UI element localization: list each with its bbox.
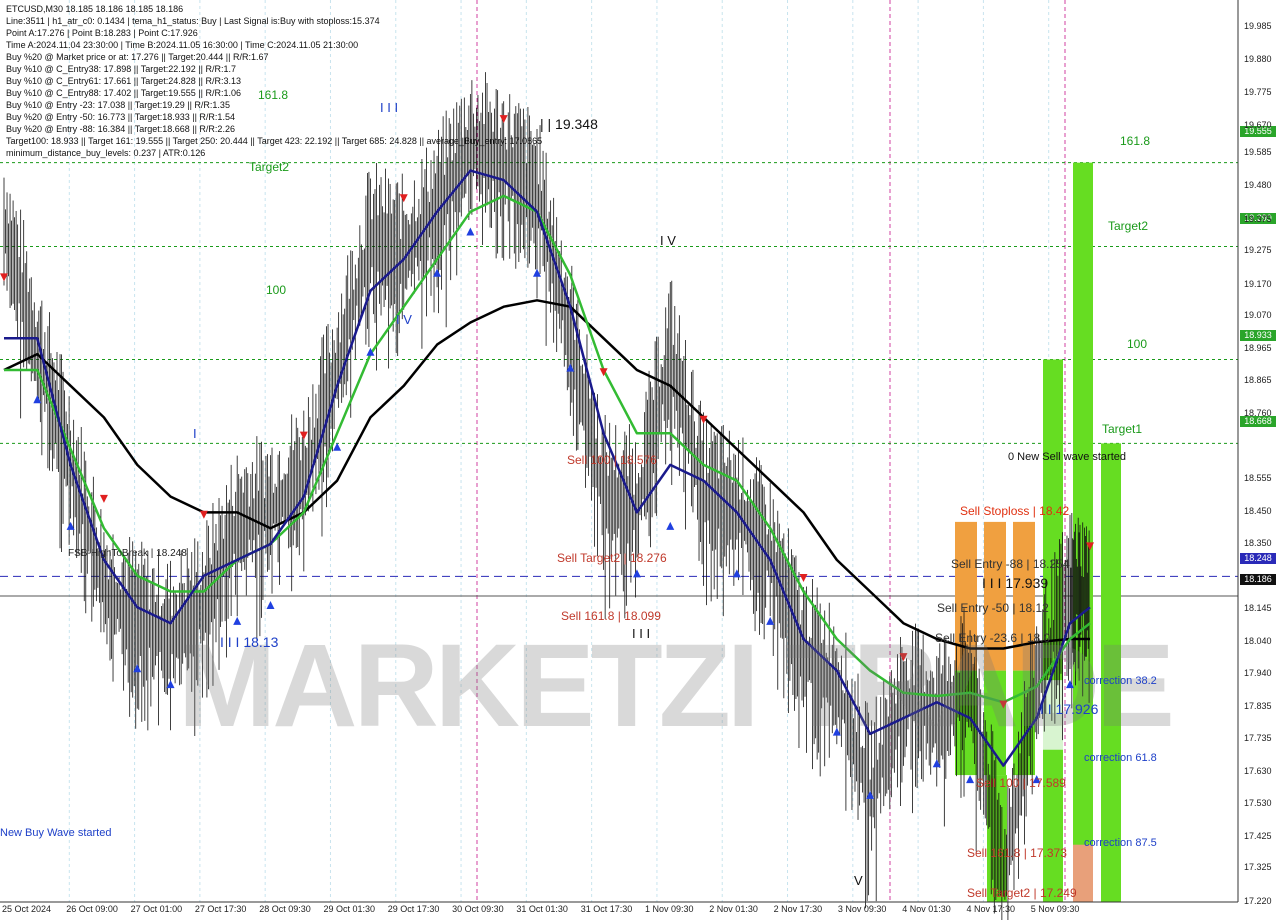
price-tag-18933: 18.933	[1240, 330, 1276, 341]
x-tick-label: 4 Nov 17:30	[966, 904, 1016, 914]
chart-frame[interactable]: MARKETZI TRADE ETCUSD,M30 18.185 18.186 …	[0, 0, 1280, 920]
y-tick-label: 17.425	[1244, 830, 1272, 841]
label-161-right: 161.8	[1120, 134, 1151, 148]
y-tick-label: 19.070	[1244, 310, 1272, 321]
info-line: Buy %10 @ C_Entry88: 17.402 || Target:19…	[6, 88, 241, 98]
y-tick-label: 19.480	[1244, 180, 1272, 191]
y-tick-label: 18.450	[1244, 506, 1272, 517]
y-tick-label: 18.145	[1244, 602, 1272, 613]
y-tick-label: 19.375	[1244, 213, 1272, 224]
y-tick-label: 19.985	[1244, 20, 1272, 31]
new-buy-wave-label: New Buy Wave started	[0, 827, 112, 839]
x-tick-label: 26 Oct 09:00	[66, 904, 118, 914]
x-tick-label: 31 Oct 01:30	[516, 904, 568, 914]
label-target2-right: Target2	[1108, 219, 1149, 233]
sell-161-low-label: Sell 161.8 | 17.373	[967, 846, 1067, 860]
y-tick-label: 17.325	[1244, 862, 1272, 873]
wave-iv-left: I V	[396, 312, 412, 327]
sell-161-label: Sell 161.8 | 18.099	[561, 609, 661, 623]
info-line: Buy %10 @ C_Entry38: 17.898 || Target:22…	[6, 64, 236, 74]
info-line: Target100: 18.933 || Target 161: 19.555 …	[6, 136, 543, 146]
sell-100-label: Sell 100 | 18.576	[567, 453, 657, 467]
x-tick-label: 28 Oct 09:30	[259, 904, 311, 914]
y-tick-label: 17.940	[1244, 667, 1272, 678]
y-tick-label: 19.170	[1244, 278, 1272, 289]
info-line: Time A:2024.11.04 23:30:00 | Time B:2024…	[6, 40, 359, 50]
correction-38-label: correction 38.2	[1084, 675, 1157, 687]
wave-iii-top: I I I	[380, 100, 399, 115]
y-tick-label: 17.530	[1244, 797, 1272, 808]
fsb-label: FSB-HighToBreak | 18.248	[68, 548, 187, 559]
sell-entry-23-label: Sell Entry -23.6 | 18.0	[935, 631, 1051, 645]
sell-target2-low-label: Sell Target2 | 17.249	[967, 886, 1077, 900]
label-target2-left: Target2	[249, 160, 290, 174]
y-tick-label: 18.865	[1244, 375, 1272, 386]
x-tick-label: 29 Oct 17:30	[387, 904, 440, 914]
label-100-right: 100	[1127, 337, 1148, 351]
y-tick-label: 18.350	[1244, 538, 1272, 549]
x-tick-label: 31 Oct 17:30	[580, 904, 633, 914]
label-target1-right: Target1	[1102, 422, 1143, 436]
y-tick-label: 18.040	[1244, 636, 1272, 647]
sell-target2-label: Sell Target2 | 18.276	[557, 551, 667, 565]
x-tick-label: 5 Nov 09:30	[1030, 904, 1080, 914]
new-sell-wave-label: 0 New Sell wave started	[1008, 451, 1126, 463]
x-tick-label: 2 Nov 17:30	[773, 904, 823, 914]
y-tick-label: 19.670	[1244, 120, 1272, 131]
wave-iv-mid: I V	[660, 233, 676, 248]
info-line: Buy %20 @ Entry -88: 16.384 || Target:18…	[6, 124, 235, 134]
info-line: ETCUSD,M30 18.185 18.186 18.185 18.186	[6, 4, 184, 14]
y-tick-label: 17.220	[1244, 895, 1272, 906]
label-161-left: 161.8	[258, 88, 289, 102]
y-tick-label: 19.775	[1244, 87, 1272, 98]
level-17939: I I I 17.939	[982, 575, 1049, 591]
x-tick-label: 27 Oct 17:30	[194, 904, 247, 914]
price-tag-current: 18.186	[1240, 574, 1276, 585]
y-tick-label: 17.630	[1244, 765, 1272, 776]
sell-100-low-label: Sell 100 | 17.589	[976, 776, 1066, 790]
x-tick-label: 4 Nov 01:30	[902, 904, 951, 914]
y-tick-label: 18.555	[1244, 473, 1272, 484]
level-19348: | | 19.348	[540, 116, 598, 132]
info-line: Line:3511 | h1_atr_c0: 0.1434 | tema_h1_…	[6, 16, 380, 26]
y-tick-label: 17.735	[1244, 732, 1272, 743]
y-tick-label: 18.760	[1244, 408, 1272, 419]
x-tick-label: 30 Oct 09:30	[452, 904, 504, 914]
info-line: minimum_distance_buy_levels: 0.237 | ATR…	[6, 148, 206, 158]
x-tick-label: 27 Oct 01:00	[130, 904, 183, 914]
wave-iii-bot: I I I	[632, 626, 651, 641]
price-tag-18248: 18.248	[1240, 553, 1276, 564]
info-line: Buy %20 @ Entry -50: 16.773 || Target:18…	[6, 112, 235, 122]
x-tick-label: 25 Oct 2024	[2, 904, 52, 914]
info-line: Buy %20 @ Market price or at: 17.276 || …	[6, 52, 269, 62]
y-tick-label: 19.585	[1244, 147, 1272, 158]
sell-entry-88-label: Sell Entry -88 | 18.254	[951, 557, 1070, 571]
label-100-left: 100	[266, 283, 287, 297]
y-tick-label: 19.880	[1244, 53, 1272, 64]
info-line: Buy %10 @ C_Entry61: 17.661 || Target:24…	[6, 76, 241, 86]
level-18-13: I I I 18.13	[220, 634, 279, 650]
correction-61-label: correction 61.8	[1084, 752, 1157, 764]
x-tick-label: 1 Nov 09:30	[645, 904, 694, 914]
sell-stoploss-label: Sell Stoploss | 18.42	[960, 504, 1070, 518]
y-tick-label: 19.275	[1244, 245, 1272, 256]
level-17926: I I 17.926	[1040, 701, 1099, 717]
x-tick-label: 2 Nov 01:30	[709, 904, 758, 914]
info-line: Point A:17.276 | Point B:18.283 | Point …	[6, 28, 198, 38]
y-tick-label: 17.835	[1244, 701, 1272, 712]
correction-87-label: correction 87.5	[1084, 837, 1157, 849]
sell-entry-50-label: Sell Entry -50 | 18.12	[937, 601, 1049, 615]
info-line: Buy %10 @ Entry -23: 17.038 || Target:19…	[6, 100, 230, 110]
y-tick-label: 18.965	[1244, 343, 1272, 354]
wave-v: V	[854, 873, 863, 888]
x-tick-label: 3 Nov 09:30	[837, 904, 887, 914]
x-tick-label: 29 Oct 01:30	[323, 904, 376, 914]
wave-i: I	[193, 426, 197, 441]
